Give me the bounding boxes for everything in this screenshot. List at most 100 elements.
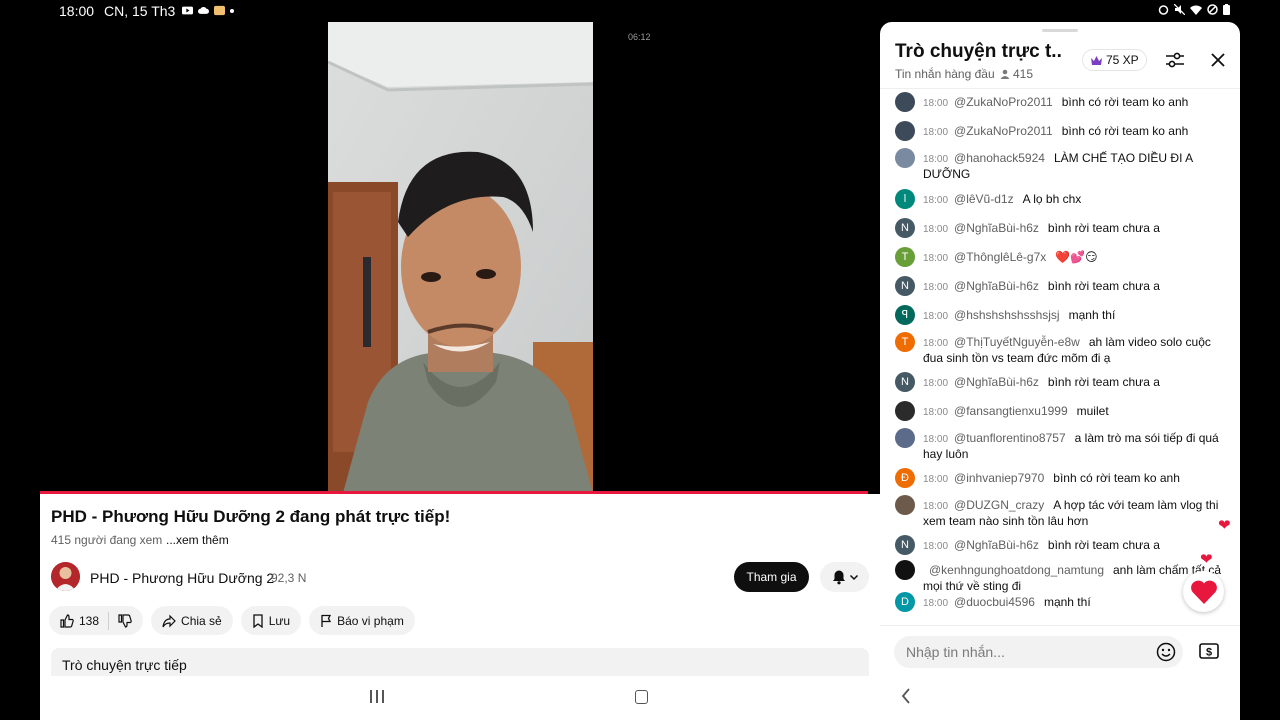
- chat-mode-selector[interactable]: Tin nhắn hàng đầu: [895, 67, 995, 81]
- video-content-image: [328, 22, 593, 493]
- chat-avatar[interactable]: Đ: [895, 468, 915, 488]
- chat-author-name[interactable]: @NghĩaBùi-h6z: [954, 279, 1039, 293]
- chat-author-name[interactable]: @NghĩaBùi-h6z: [954, 221, 1039, 235]
- chat-author-name[interactable]: @kenhngunghoatdong_namtung: [929, 563, 1104, 577]
- app-notification-icon: [214, 5, 225, 16]
- chat-message-body: 18:00 @NghĩaBùi-h6z bình rời team chưa a: [923, 221, 1223, 237]
- subscriber-count: 92,3 N: [271, 571, 307, 585]
- chat-message-time: 18:00: [923, 282, 949, 293]
- chat-author-name[interactable]: @tuanflorentino8757: [954, 431, 1066, 445]
- chat-avatar[interactable]: [895, 121, 915, 141]
- chat-message-text: mạnh thí: [1068, 308, 1116, 322]
- join-button[interactable]: Tham gia: [734, 562, 809, 592]
- chat-author-name[interactable]: @fansangtienxu1999: [954, 404, 1068, 418]
- chat-avatar[interactable]: [895, 148, 915, 168]
- chat-message-text: bình rời team chưa a: [1047, 279, 1160, 293]
- chat-title[interactable]: Trò chuyện trực t...: [895, 41, 1063, 63]
- chat-avatar[interactable]: [895, 428, 915, 448]
- chat-avatar[interactable]: [895, 495, 915, 515]
- channel-avatar[interactable]: [51, 562, 80, 591]
- show-more-link[interactable]: ...xem thêm: [166, 533, 229, 547]
- chat-author-name[interactable]: @duocbui4596: [954, 595, 1035, 609]
- chat-avatar[interactable]: N: [895, 218, 915, 238]
- chat-viewer-count-value: 415: [1013, 67, 1034, 81]
- chat-avatar[interactable]: ꟼ: [895, 305, 915, 325]
- chat-message-time: 18:00: [923, 434, 949, 445]
- video-title: PHD - Phương Hữu Dưỡng 2 đang phát trực …: [51, 507, 451, 526]
- chat-author-name[interactable]: @hshshshshsshsjsj: [954, 308, 1060, 322]
- chat-input-divider: [880, 625, 1240, 626]
- chat-message-body: 18:00 @ZukaNoPro2011 bình có rời team ko a…: [923, 95, 1223, 111]
- chat-author-name[interactable]: @ThônglêLê-g7x: [954, 250, 1046, 264]
- chat-message-time: 18:00: [923, 598, 949, 609]
- chat-avatar[interactable]: N: [895, 276, 915, 296]
- chat-author-name[interactable]: @ThịTuyếtNguyễn-e8w: [954, 335, 1080, 349]
- chat-avatar[interactable]: D: [895, 592, 915, 612]
- like-count[interactable]: 138: [79, 614, 99, 628]
- svg-text:$: $: [1206, 647, 1212, 659]
- chat-author-name[interactable]: @hanohack5924: [954, 151, 1045, 165]
- status-bar: 18:00 CN, 15 Th3: [0, 0, 1280, 22]
- video-player[interactable]: 06:12: [40, 22, 868, 493]
- chat-message-body: 18:00 @ThônglêLê-g7x ❤️💕😏: [923, 250, 1223, 266]
- chat-message-time: 18:00: [923, 541, 949, 552]
- super-chat-icon[interactable]: $: [1199, 642, 1219, 660]
- chat-message-time: 18:00: [923, 338, 949, 349]
- xp-label: 75 XP: [1106, 53, 1139, 67]
- chat-message-time: 18:00: [923, 378, 949, 389]
- recents-button[interactable]: [370, 690, 384, 703]
- chat-author-name[interactable]: @NghĩaBùi-h6z: [954, 538, 1039, 552]
- chat-avatar[interactable]: T: [895, 247, 915, 267]
- chat-message-time: 18:00: [923, 407, 949, 418]
- notification-bell-button[interactable]: [820, 562, 869, 592]
- back-icon[interactable]: [901, 688, 911, 704]
- chat-message-time: 18:00: [923, 311, 949, 322]
- viewer-count: 415 người đang xem: [51, 533, 163, 547]
- chat-avatar[interactable]: N: [895, 372, 915, 392]
- dnd-icon: [1207, 4, 1218, 15]
- emoji-icon[interactable]: [1156, 642, 1176, 662]
- chat-message-time: 18:00: [923, 154, 949, 165]
- more-notifications-dot: [230, 8, 234, 13]
- chat-message-body: 18:00 @ThịTuyếtNguyễn-e8w ah làm video sol…: [923, 335, 1223, 365]
- thumbs-up-icon[interactable]: [60, 613, 74, 628]
- chat-author-name[interactable]: @inhvaniep7970: [954, 471, 1044, 485]
- chat-message-input[interactable]: [894, 636, 1183, 668]
- wifi-icon: [1190, 5, 1202, 15]
- chat-message-body: 18:00 @fansangtienxu1999 muilet: [923, 404, 1223, 420]
- chat-message-body: 18:00 @hshshshshsshsjsj mạnh thí: [923, 308, 1223, 324]
- chat-message-text: bình có rời team ko anh: [1061, 95, 1189, 109]
- chat-message-list[interactable]: 18:00 @ZukaNoPro2011 bình có rời team ko a…: [880, 89, 1240, 625]
- drag-handle[interactable]: [1042, 29, 1078, 32]
- channel-name[interactable]: PHD - Phương Hữu Dưỡng 2: [90, 570, 274, 586]
- chat-message-time: 18:00: [923, 224, 949, 235]
- save-button[interactable]: Lưu: [240, 606, 302, 635]
- chat-author-name[interactable]: @NghĩaBùi-h6z: [954, 375, 1039, 389]
- chat-avatar[interactable]: N: [895, 535, 915, 555]
- home-button[interactable]: [635, 690, 648, 704]
- xp-badge[interactable]: 75 XP: [1082, 49, 1147, 71]
- chat-author-name[interactable]: @lêVũ-d1z: [954, 192, 1014, 206]
- chat-message-text: bình có rời team ko anh: [1053, 471, 1180, 485]
- alarm-icon: [1158, 5, 1169, 15]
- chat-author-name[interactable]: @ZukaNoPro2011: [954, 124, 1053, 138]
- chat-author-name[interactable]: @ZukaNoPro2011: [954, 95, 1053, 109]
- chat-message-time: 18:00: [923, 195, 949, 206]
- report-label: Báo vi phạm: [337, 613, 404, 628]
- share-icon: [162, 614, 176, 627]
- chat-avatar[interactable]: [895, 92, 915, 112]
- chat-author-name[interactable]: @DUZGN_crazy: [954, 498, 1044, 512]
- chevron-down-icon: [849, 574, 858, 581]
- sliders-icon[interactable]: [1165, 51, 1185, 69]
- report-button[interactable]: Báo vi phạm: [309, 606, 415, 635]
- reaction-heart-button[interactable]: [1183, 571, 1224, 612]
- thumbs-down-icon[interactable]: [118, 613, 132, 628]
- chat-message-body: 18:00 @NghĩaBùi-h6z bình rời team chưa a: [923, 375, 1223, 391]
- chat-avatar[interactable]: l: [895, 189, 915, 209]
- chat-message-body: 18:00 @DUZGN_crazy A hợp tác với team làm …: [923, 498, 1223, 528]
- share-button[interactable]: Chia sẻ: [151, 606, 233, 635]
- close-icon[interactable]: [1210, 52, 1226, 68]
- chat-avatar[interactable]: [895, 560, 915, 580]
- chat-avatar[interactable]: [895, 401, 915, 421]
- chat-avatar[interactable]: T: [895, 332, 915, 352]
